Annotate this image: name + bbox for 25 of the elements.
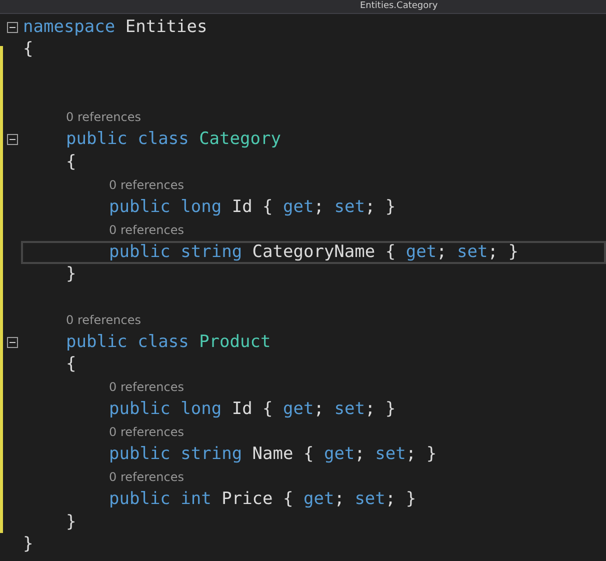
code-line: } <box>23 536 34 554</box>
reference-count-link[interactable]: 0 references <box>66 111 141 124</box>
code-line: } <box>66 514 76 531</box>
code-line: } <box>66 266 76 284</box>
collapse-icon[interactable] <box>6 336 18 348</box>
navigation-dropdown[interactable]: Entities.Category <box>360 2 438 11</box>
reference-count-link[interactable]: 0 references <box>66 314 141 326</box>
code-line: public int Price { get; set; } <box>109 491 416 508</box>
reference-count-link[interactable]: 0 references <box>109 224 184 236</box>
code-line: { <box>23 41 34 58</box>
reference-count-link[interactable]: 0 references <box>109 426 184 438</box>
collapse-icon[interactable] <box>6 134 18 146</box>
reference-count-link[interactable]: 0 references <box>109 381 184 394</box>
reference-count-link[interactable]: 0 references <box>109 471 184 484</box>
code-line: namespace Entities <box>23 18 208 36</box>
code-line: { <box>66 154 76 171</box>
code-line: public long Id { get; set; } <box>109 198 396 216</box>
code-line: public long Id { get; set; } <box>109 401 396 418</box>
code-line: public class Category <box>66 131 281 148</box>
collapse-icon[interactable] <box>6 22 18 33</box>
code-line: { <box>66 356 76 374</box>
code-line: public string Name { get; set; } <box>109 446 437 464</box>
code-line: public class Product <box>66 334 271 351</box>
code-line: public string CategoryName { get; set; } <box>109 244 518 261</box>
reference-count-link[interactable]: 0 references <box>109 178 184 191</box>
